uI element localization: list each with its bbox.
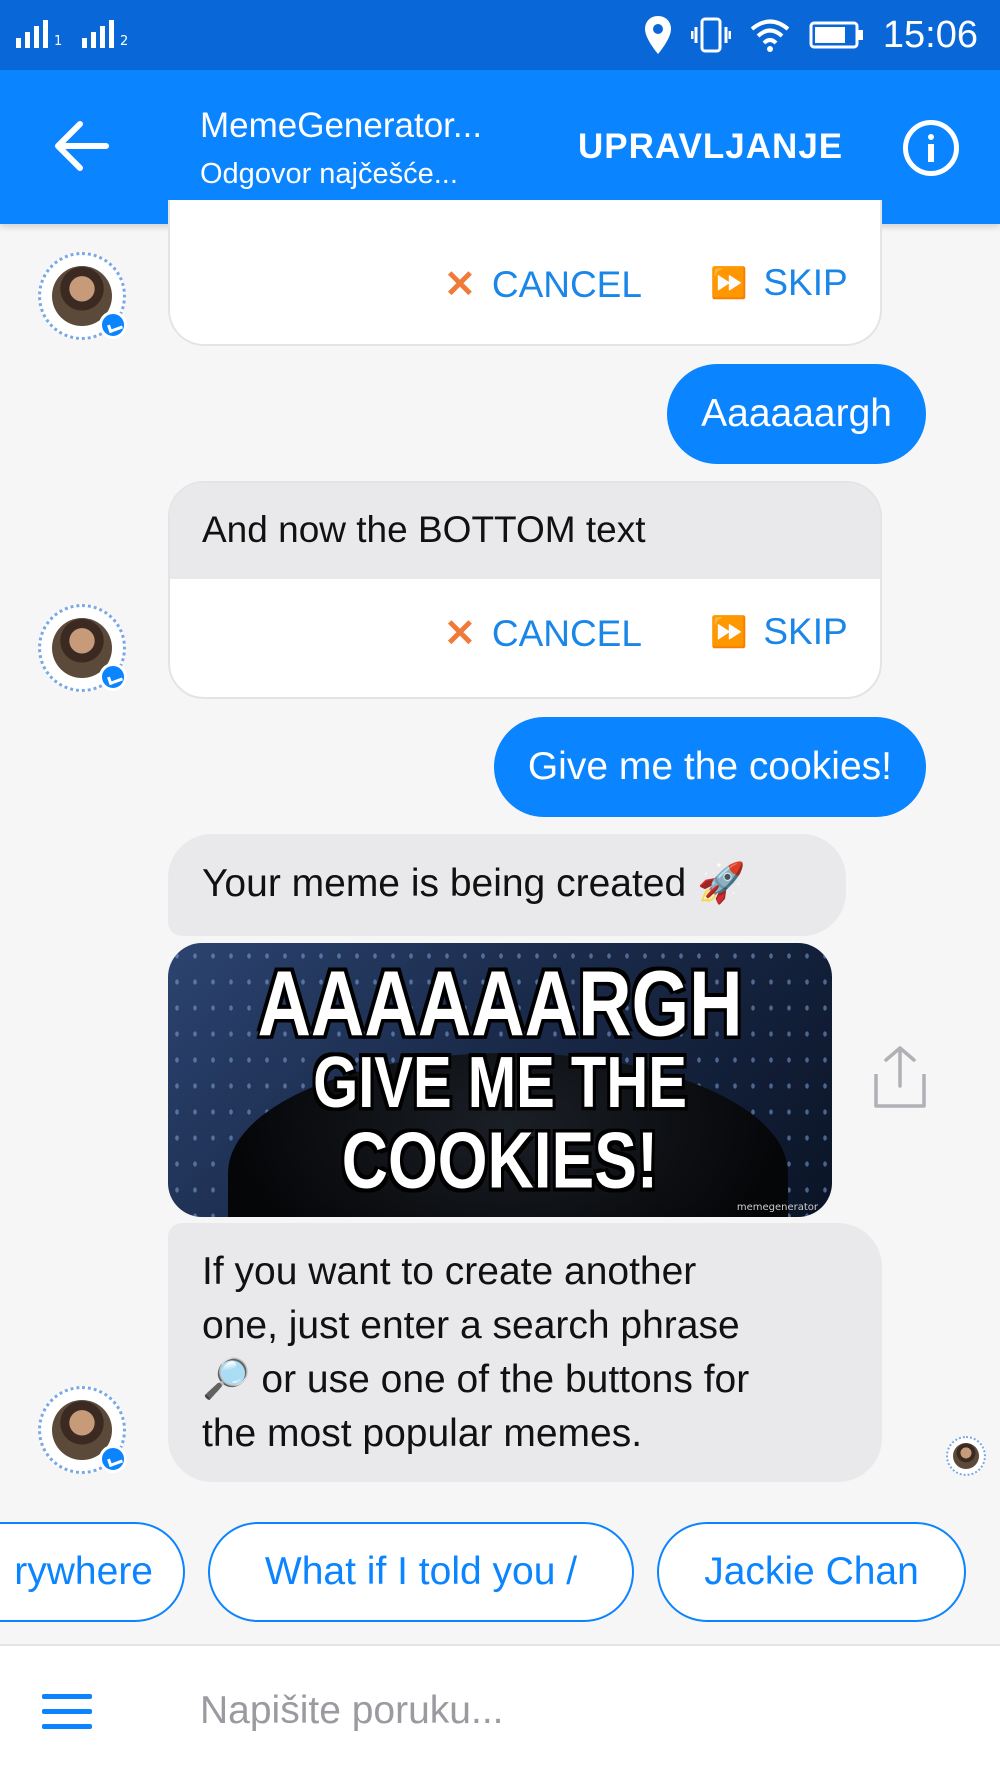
user-message: Give me the cookies! [493,717,926,817]
skip-button[interactable]: ⏩ SKIP [710,611,848,653]
bot-message: If you want to create another one, just … [168,1223,882,1482]
wifi-icon [750,19,790,52]
status-bar: 1 2 15:06 [0,0,1000,70]
quick-reply-button[interactable]: What if I told you / [208,1522,634,1622]
status-time: 15:06 [882,13,978,56]
messenger-badge-icon [99,663,127,691]
skip-button[interactable]: ⏩ SKIP [710,262,848,304]
meme-watermark: memegenerator [736,1202,818,1213]
meme-bottom-text-1: GIVE ME THE [313,1041,687,1124]
fast-forward-icon: ⏩ [710,266,748,300]
magnifier-icon: 🔎 [202,1358,251,1401]
meme-image[interactable]: AAAAAARGH GIVE ME THE COOKIES! memegener… [168,943,832,1217]
user-message: Aaaaaargh [667,364,926,464]
messenger-badge-icon [99,311,127,339]
cancel-button[interactable]: ✕ CANCEL [444,262,642,307]
prompt-card: ✕ CANCEL ⏩ SKIP [168,200,882,346]
cancel-button[interactable]: ✕ CANCEL [444,611,642,656]
x-icon: ✕ [444,613,476,655]
battery-icon [809,21,863,49]
bot-avatar[interactable] [38,604,127,692]
message-input[interactable] [200,1676,960,1746]
quick-reply-button[interactable]: rywhere [0,1522,185,1622]
prompt-text: And now the BOTTOM text [170,483,880,579]
info-icon[interactable] [903,120,959,176]
hamburger-menu-icon[interactable] [42,1694,92,1730]
bot-avatar[interactable] [38,1386,127,1474]
share-icon[interactable] [872,1044,928,1110]
composer-bar [0,1644,1000,1777]
bot-message: Your meme is being created 🚀 [168,834,846,936]
read-receipt-avatar [946,1436,986,1476]
fast-forward-icon: ⏩ [710,615,748,649]
location-icon [644,16,671,54]
bot-avatar[interactable] [38,252,127,340]
meme-bottom-text-2: COOKIES! [341,1115,659,1205]
messenger-badge-icon [99,1445,127,1473]
chat-title[interactable]: MemeGenerator... [200,106,482,146]
signal-sim2-icon: 2 [82,20,128,48]
quick-replies: rywhere What if I told you / Jackie Chan [0,1522,1000,1622]
signal-sim1-icon: 1 [16,20,62,48]
x-icon: ✕ [444,264,476,306]
quick-reply-button[interactable]: Jackie Chan [657,1522,966,1622]
vibrate-icon [690,17,731,53]
chat-subtitle: Odgovor najčešće... [200,158,458,190]
prompt-card: And now the BOTTOM text ✕ CANCEL ⏩ SKIP [168,481,882,699]
manage-button[interactable]: UPRAVLJANJE [578,127,843,167]
rocket-icon: 🚀 [697,862,746,905]
back-arrow-icon[interactable] [50,118,110,174]
